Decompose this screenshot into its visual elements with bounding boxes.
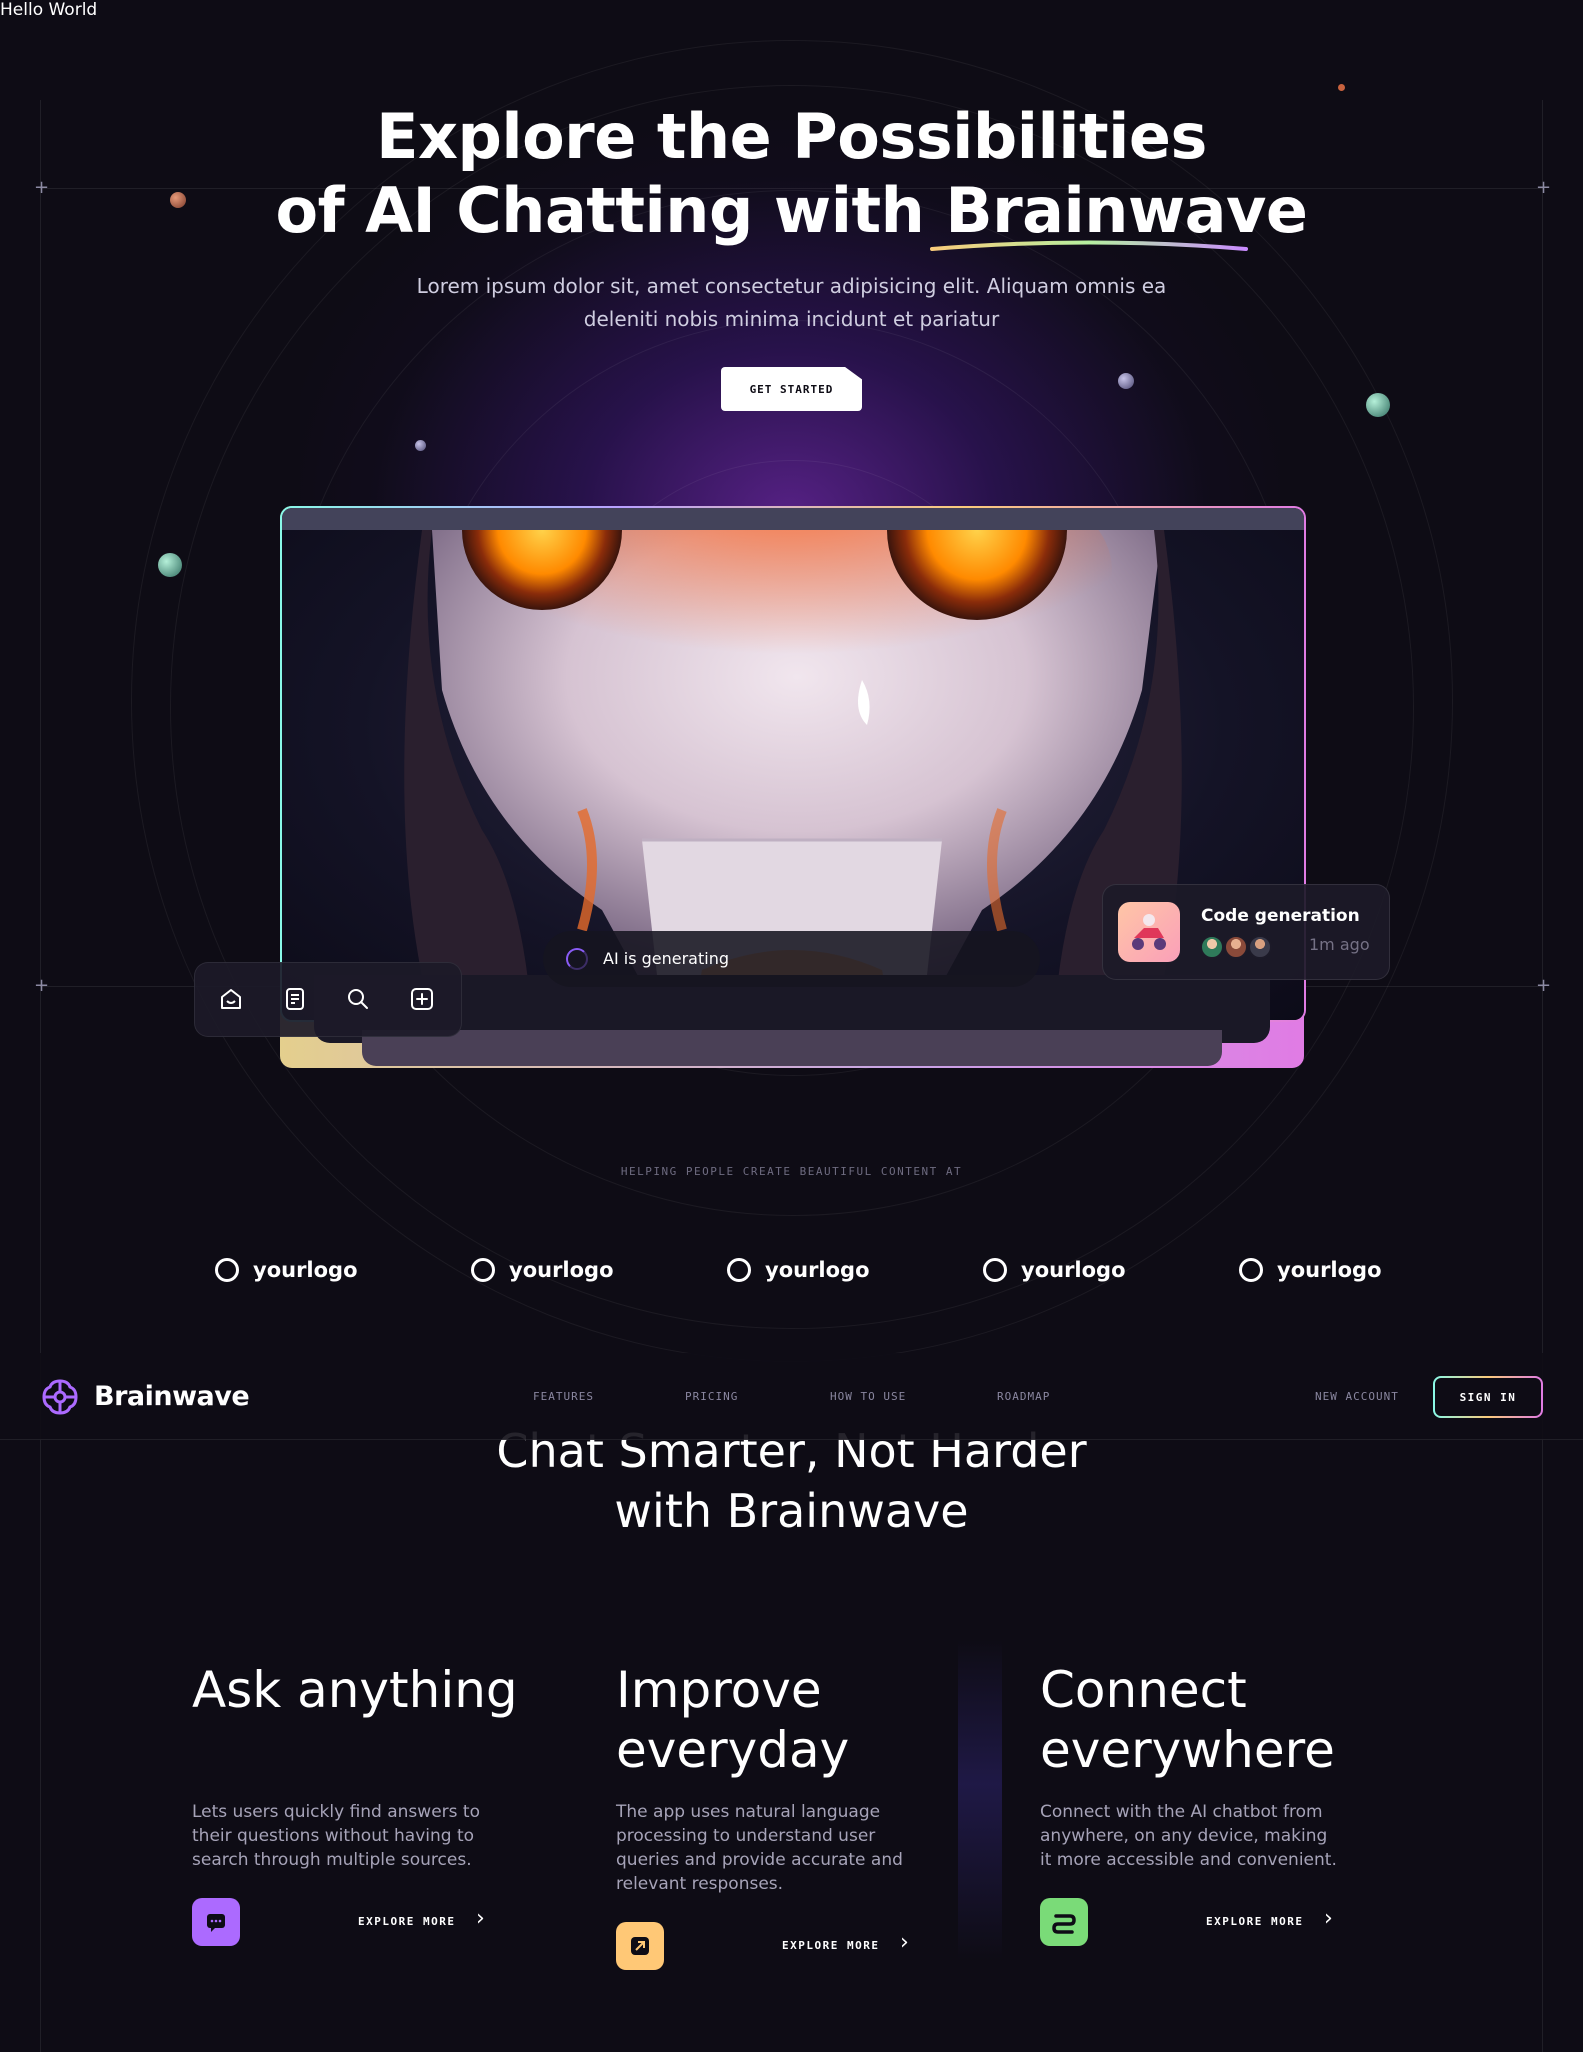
notification-image — [1118, 902, 1180, 962]
section-title-line2: with Brainwave — [614, 1484, 969, 1538]
planet-decoration — [1118, 373, 1134, 389]
plug-icon — [1040, 1898, 1088, 1946]
nav-pricing[interactable]: PRICING — [685, 1390, 738, 1403]
brainwave-logo-icon[interactable] — [40, 1377, 80, 1417]
hero-title-prefix: of AI Chatting with — [275, 174, 946, 247]
nav-features[interactable]: FEATURES — [533, 1390, 594, 1403]
hero-title-line1: Explore the Possibilities — [376, 100, 1207, 173]
chevron-right-icon[interactable]: › — [476, 1906, 485, 1931]
planet-decoration — [415, 440, 426, 451]
logo-text: yourlogo — [1021, 1258, 1126, 1282]
feature-text: Lets users quickly find answers to their… — [192, 1802, 480, 1870]
feature-title: Connect everywhere — [1040, 1661, 1335, 1779]
logo-text: yourlogo — [509, 1258, 614, 1282]
hello-text: Hello World — [0, 0, 98, 20]
chat-icon — [192, 1898, 240, 1946]
feature-text: Connect with the AI chatbot from anywher… — [1040, 1802, 1337, 1870]
logo-text: yourlogo — [765, 1258, 870, 1282]
logo-icon — [983, 1258, 1007, 1282]
accent-underline — [930, 240, 1248, 251]
hero-subtitle: Lorem ipsum dolor sit, amet consectetur … — [416, 274, 1167, 331]
avatar — [1224, 935, 1248, 959]
logo-icon — [1239, 1258, 1263, 1282]
chevron-right-icon[interactable]: › — [900, 1930, 909, 1955]
logo-icon — [727, 1258, 751, 1282]
card-layer-bottom — [362, 1030, 1222, 1066]
planet-decoration — [1338, 84, 1345, 91]
frame-line-right — [1542, 100, 1543, 2052]
planet-decoration — [1366, 393, 1390, 417]
hero-title-line2: of AI Chatting with Brainwave — [0, 174, 1583, 248]
sign-in-button[interactable]: SIGN IN — [1433, 1376, 1543, 1418]
avatar — [1200, 935, 1224, 959]
plus-icon: + — [34, 975, 50, 996]
explore-more-link[interactable]: EXPLORE MORE — [1206, 1915, 1303, 1928]
ai-generating-text: AI is generating — [603, 949, 729, 968]
feature-text: The app uses natural language processing… — [616, 1802, 903, 1894]
expand-icon — [616, 1922, 664, 1970]
logo-icon — [471, 1258, 495, 1282]
card-window-bar — [282, 508, 1304, 530]
logos-heading: HELPING PEOPLE CREATE BEAUTIFUL CONTENT … — [620, 1165, 963, 1178]
plus-icon: + — [1536, 975, 1552, 996]
document-icon[interactable] — [282, 986, 308, 1012]
explore-more-link[interactable]: EXPLORE MORE — [358, 1915, 455, 1928]
avatar — [1248, 935, 1272, 959]
frame-line-left — [40, 100, 41, 2052]
logo-text: yourlogo — [1277, 1258, 1382, 1282]
add-square-icon[interactable] — [409, 986, 435, 1012]
chevron-right-icon[interactable]: › — [1324, 1906, 1333, 1931]
nav-roadmap[interactable]: ROADMAP — [997, 1390, 1050, 1403]
get-started-button[interactable]: GET STARTED — [721, 367, 862, 411]
search-icon[interactable] — [345, 986, 371, 1012]
nav-how-to-use[interactable]: HOW TO USE — [830, 1390, 906, 1403]
notification-time: 1m ago — [1309, 935, 1370, 954]
notification-title: Code generation — [1201, 906, 1360, 926]
new-account-link[interactable]: NEW ACCOUNT — [1315, 1390, 1399, 1403]
feature-title: Improve everyday — [616, 1661, 850, 1779]
hero-title: Explore the Possibilities of AI Chatting… — [0, 100, 1583, 248]
feature-title: Ask anything — [192, 1661, 518, 1719]
planet-decoration — [158, 553, 182, 577]
brand-name[interactable]: Brainwave — [94, 1381, 250, 1412]
hero-title-accent: Brainwave — [945, 174, 1308, 247]
loading-spinner-icon — [566, 948, 588, 970]
robot-rider-icon — [1132, 914, 1166, 950]
home-icon[interactable] — [218, 986, 244, 1012]
explore-more-link[interactable]: EXPLORE MORE — [782, 1939, 879, 1952]
logo-icon — [215, 1258, 239, 1282]
logo-text: yourlogo — [253, 1258, 358, 1282]
